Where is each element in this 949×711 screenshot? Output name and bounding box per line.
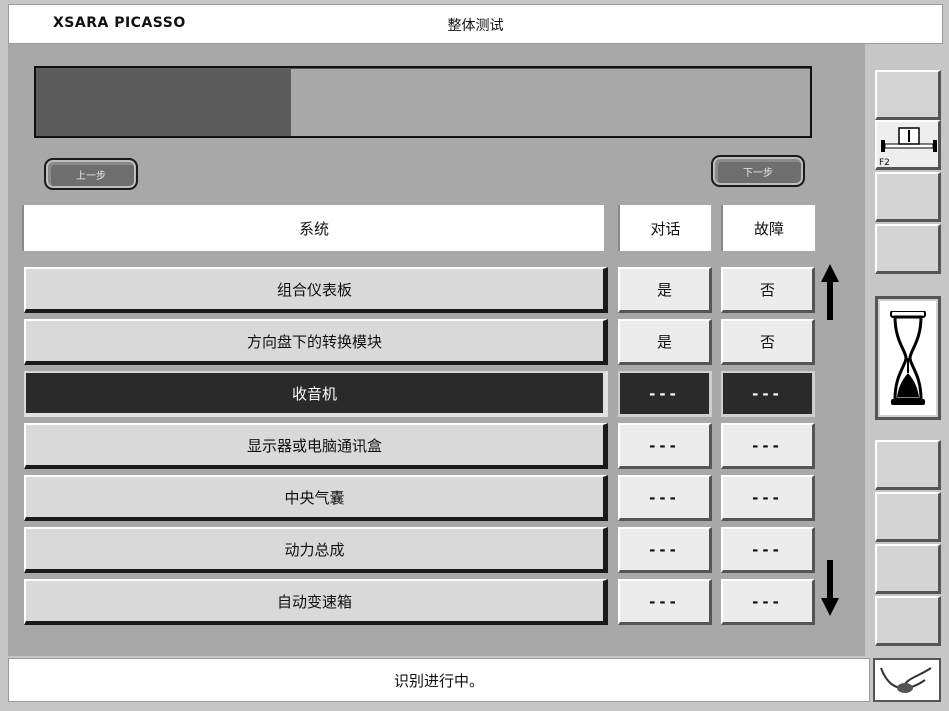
f2-label: F2 (879, 158, 890, 168)
fault-cell: 否 (721, 267, 815, 313)
hourglass-icon (890, 311, 926, 405)
dialog-cell: --- (618, 423, 712, 469)
system-cell[interactable]: 动力总成 (24, 527, 608, 573)
dialog-cell: 是 (618, 319, 712, 365)
title-bar: XSARA PICASSO 整体测试 (8, 4, 943, 44)
dialog-cell: --- (618, 475, 712, 521)
dialog-cell: --- (618, 371, 712, 417)
fault-cell: --- (721, 371, 815, 417)
column-header-fault: 故障 (721, 205, 815, 251)
system-cell[interactable]: 组合仪表板 (24, 267, 608, 313)
tool-button-1[interactable] (875, 70, 941, 120)
brand-logo-icon (880, 667, 932, 693)
progress-bar (34, 66, 812, 138)
fault-cell: --- (721, 423, 815, 469)
tool-button-5[interactable] (875, 440, 941, 490)
fault-cell: --- (721, 579, 815, 625)
dialog-cell: --- (618, 579, 712, 625)
system-cell[interactable]: 中央气囊 (24, 475, 608, 521)
scroll-down-arrow-icon[interactable] (821, 560, 839, 616)
fault-cell: --- (721, 527, 815, 573)
next-step-button[interactable]: 下一步 (711, 155, 805, 187)
fault-cell: 否 (721, 319, 815, 365)
column-header-system: 系统 (22, 205, 604, 251)
tool-button-6[interactable] (875, 492, 941, 542)
dialog-cell: 是 (618, 267, 712, 313)
screen-title: 整体测试 (447, 18, 504, 34)
f2-button[interactable]: F2 (875, 120, 941, 170)
tool-button-8[interactable] (875, 596, 941, 646)
status-text: 识别进行中。 (393, 671, 484, 690)
column-header-dialog: 对话 (618, 205, 711, 251)
scroll-up-arrow-icon[interactable] (821, 264, 839, 320)
prev-step-button[interactable]: 上一步 (44, 158, 138, 190)
system-cell[interactable]: 显示器或电脑通讯盒 (24, 423, 608, 469)
system-cell[interactable]: 方向盘下的转换模块 (24, 319, 608, 365)
logo (873, 658, 941, 702)
system-cell[interactable]: 自动变速箱 (24, 579, 608, 625)
dialog-cell: --- (618, 527, 712, 573)
system-cell[interactable]: 收音机 (24, 371, 608, 417)
fault-cell: --- (721, 475, 815, 521)
tool-button-7[interactable] (875, 544, 941, 594)
tool-button-4[interactable] (875, 224, 941, 274)
progress-fill (36, 68, 292, 136)
hourglass-panel (875, 296, 941, 420)
status-bar: 识别进行中。 (8, 658, 870, 702)
tool-button-3[interactable] (875, 172, 941, 222)
